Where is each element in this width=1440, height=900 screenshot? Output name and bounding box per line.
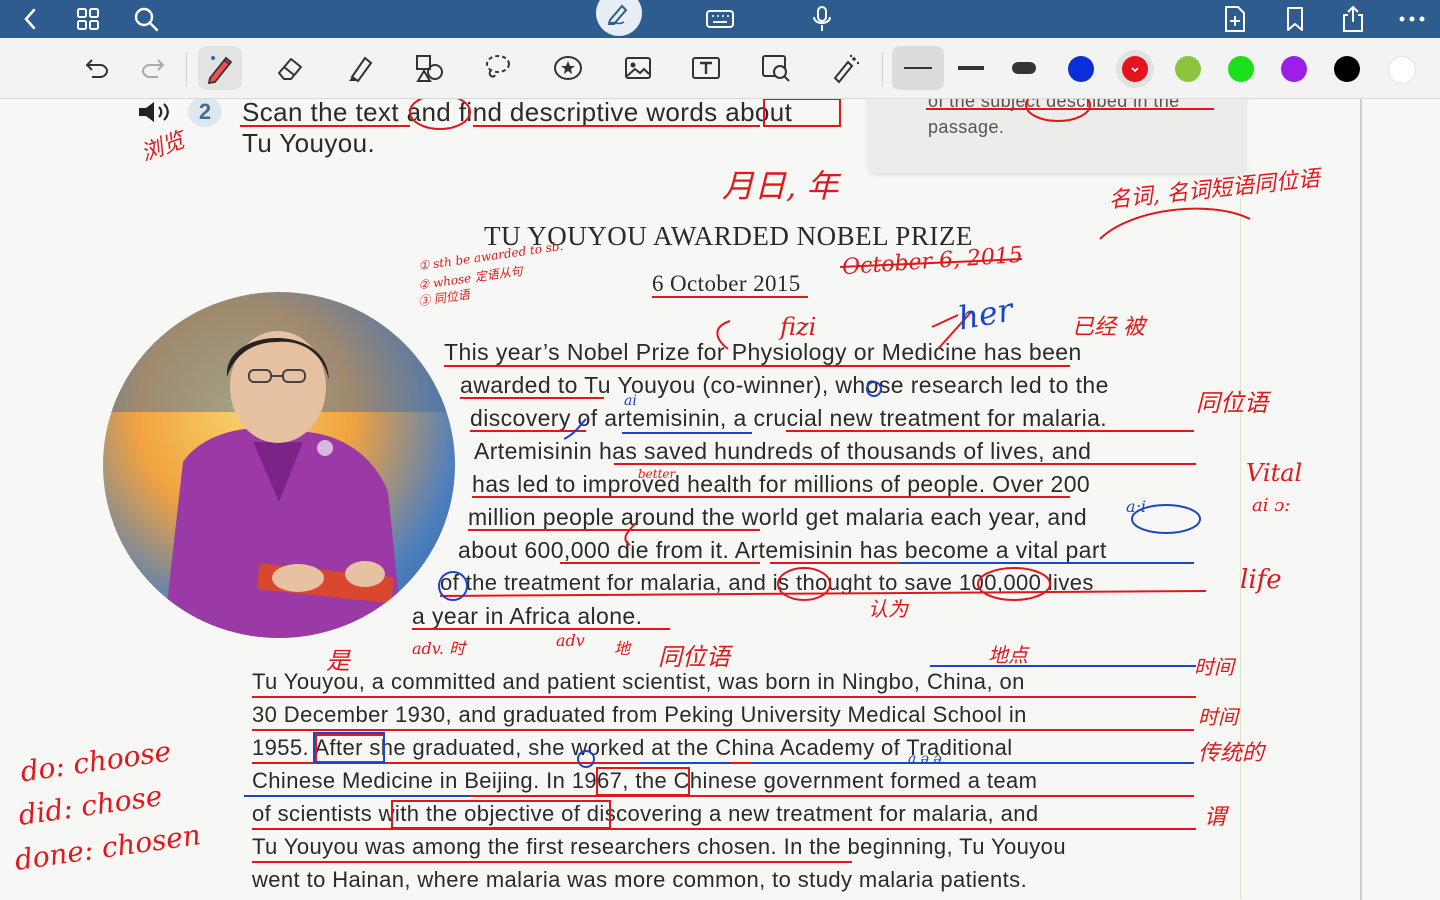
bookmark-icon[interactable] (1280, 0, 1310, 38)
task-instruction-line1: Scan the text and find descriptive words… (242, 99, 793, 127)
note-better: better (638, 467, 676, 481)
note-already-passive: 已经 被 (1072, 315, 1145, 340)
text-box-icon[interactable] (684, 46, 728, 90)
color-swatch-red[interactable] (1122, 56, 1148, 82)
share-icon[interactable] (1338, 0, 1368, 38)
color-swatch-light-green[interactable] (1175, 56, 1201, 82)
tip-box-line1: of the subject described in the (928, 99, 1180, 111)
color-swatch-black[interactable] (1334, 56, 1360, 82)
note-choose-2: did: chose (16, 779, 165, 832)
note-adv-time: adv. 时 (412, 639, 466, 658)
para1-line2: awarded to Tu Youyou (co-winner), whose … (460, 372, 1109, 398)
note-date-order: 月日, 年 (722, 167, 839, 205)
note-think: 认为 (868, 597, 908, 621)
shapes-icon[interactable] (408, 46, 452, 90)
pen-mode-icon[interactable] (596, 0, 642, 36)
note-time-1: 时间 (1194, 655, 1234, 679)
tu-youyou-portrait (103, 292, 455, 638)
color-swatch-white[interactable] (1388, 56, 1416, 84)
eraser-icon[interactable] (268, 46, 312, 90)
para1-line9: a year in Africa alone. (412, 603, 643, 629)
task-instruction-line2: Tu Youyou. (242, 128, 376, 158)
para1-line8: of the treatment for malaria, and is tho… (440, 570, 1094, 595)
add-page-icon[interactable] (1220, 0, 1250, 38)
drawing-toolbar (0, 38, 1440, 99)
more-icon[interactable] (1396, 0, 1428, 38)
note-ai-phonetic: a:i (1126, 497, 1147, 516)
article-date: 6 October 2015 (652, 271, 801, 296)
para2-line5: of scientists with the objective of disc… (252, 801, 1039, 826)
task-number: 2 (188, 99, 222, 127)
para1-line1: This year’s Nobel Prize for Physiology o… (444, 339, 1082, 365)
note-vital-phonetic: ai ɔ: (1252, 495, 1291, 516)
para1-line5: has led to improved health for millions … (472, 471, 1091, 497)
top-bar (0, 0, 1440, 38)
note-her: her (955, 290, 1016, 338)
redo-icon[interactable] (132, 46, 176, 90)
sticker-icon[interactable] (546, 46, 590, 90)
undo-icon[interactable] (74, 46, 118, 90)
stroke-medium-option[interactable] (946, 46, 998, 90)
page-edge (1360, 99, 1362, 900)
note-ai: ai (624, 393, 637, 409)
para1-line6: million people around the world get mala… (468, 504, 1088, 530)
para2-line3: 1955. After she graduated, she worked at… (252, 735, 1013, 760)
para1-line3: discovery of artemisinin, a crucial new … (470, 405, 1108, 431)
note-appositive-2: 同位语 (658, 643, 730, 671)
note-adv: adv (556, 631, 585, 650)
para2-line6: Tu Youyou was among the first researcher… (252, 834, 1066, 859)
note-location: 地点 (988, 643, 1028, 667)
note-time-2: 时间 (1198, 705, 1238, 729)
keyboard-icon[interactable] (704, 0, 736, 38)
image-icon[interactable] (616, 46, 660, 90)
search-icon[interactable] (130, 0, 162, 38)
microphone-icon[interactable] (806, 0, 838, 38)
back-icon[interactable] (14, 0, 46, 38)
color-swatch-blue[interactable] (1068, 56, 1094, 82)
note-place: 地 (614, 639, 631, 658)
laser-pointer-icon[interactable] (824, 46, 868, 90)
note-life: life (1240, 565, 1282, 595)
note-traditional: 传统的 (1198, 741, 1265, 766)
grid-icon[interactable] (72, 0, 104, 38)
color-swatch-green[interactable] (1228, 56, 1254, 82)
stroke-thin-option[interactable] (892, 46, 944, 90)
note-predicate: 谓 (1204, 805, 1227, 830)
note-academy-phonetic: a ə ə (908, 751, 942, 767)
color-swatch-purple[interactable] (1281, 56, 1307, 82)
tip-box-line2: passage. (928, 117, 1005, 137)
note-fizi: fizi (780, 313, 817, 341)
note-appositive-1: 同位语 (1196, 389, 1268, 417)
highlighter-icon[interactable] (338, 46, 382, 90)
note-vital: Vital (1246, 459, 1303, 487)
pen-tool-icon[interactable] (198, 46, 242, 90)
para2-line4: Chinese Medicine in Beijing. In 1967, th… (252, 768, 1038, 793)
note-page[interactable]: of the subject described in the passage.… (0, 99, 1440, 900)
stroke-thick-option[interactable] (1000, 46, 1052, 90)
note-is: 是 (326, 647, 350, 675)
para2-line2: 30 December 1930, and graduated from Pek… (252, 702, 1027, 727)
para2-line7: went to Hainan, where malaria was more c… (252, 867, 1028, 892)
page-margin-line (1240, 199, 1241, 899)
para2-line1: Tu Youyou, a committed and patient scien… (252, 669, 1025, 694)
para1-line7: about 600,000 die from it. Artemisinin h… (458, 537, 1107, 563)
zoom-window-icon[interactable] (754, 46, 798, 90)
para1-line4: Artemisinin has saved hundreds of thousa… (474, 438, 1092, 464)
lasso-icon[interactable] (476, 46, 520, 90)
